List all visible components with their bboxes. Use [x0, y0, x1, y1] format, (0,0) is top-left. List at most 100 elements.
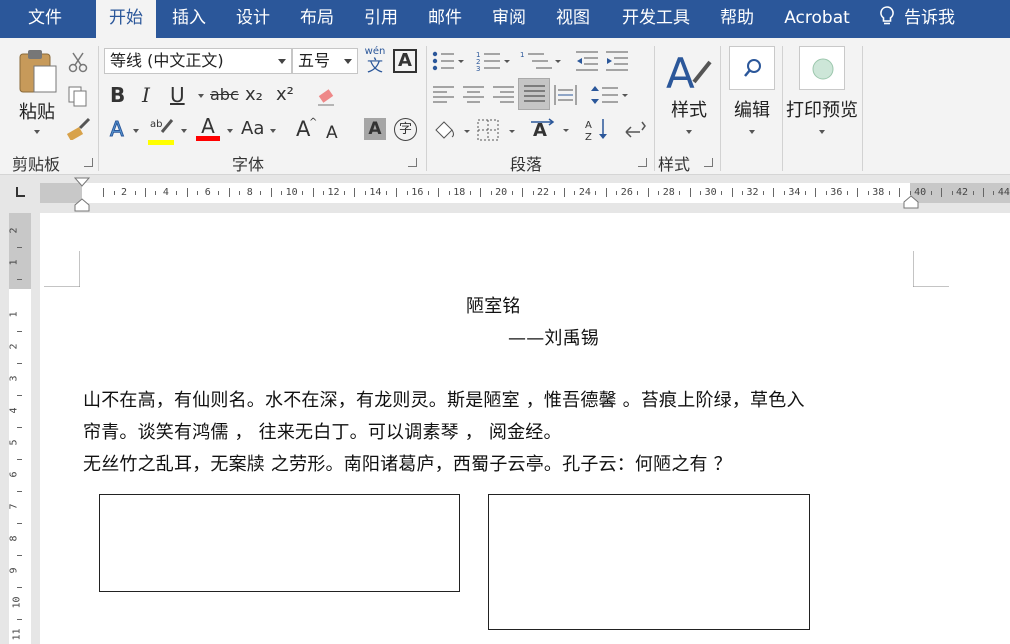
bullets-icon[interactable] — [432, 50, 464, 72]
copy-icon[interactable] — [66, 84, 90, 108]
highlight-button[interactable]: ab — [148, 116, 176, 145]
bold-button[interactable]: B — [110, 84, 125, 106]
vruler-tick-label: 8 — [8, 535, 20, 542]
change-case-button[interactable]: Aa — [241, 118, 264, 140]
styles-dropdown-arrow[interactable] — [686, 130, 692, 134]
tab-review[interactable]: 审阅 — [480, 0, 538, 38]
tab-home[interactable]: 开始 — [96, 0, 156, 40]
text-box-left[interactable] — [99, 494, 460, 592]
styles-button[interactable]: A 样式 — [662, 46, 716, 146]
justify-button[interactable] — [518, 78, 550, 110]
print-preview-button[interactable]: 打印预览 — [784, 46, 860, 146]
paste-button[interactable]: 粘贴 — [10, 48, 64, 148]
font-launcher[interactable] — [408, 158, 417, 167]
vruler-tick-label: 2 — [8, 343, 20, 350]
ruler-minor-mark — [103, 188, 104, 197]
tab-selector[interactable] — [13, 185, 27, 199]
tab-help[interactable]: 帮助 — [708, 0, 766, 38]
line-spacing-icon[interactable] — [590, 84, 630, 106]
sort-icon[interactable]: A Z — [584, 116, 610, 142]
vruler-tick-label: 9 — [8, 567, 20, 574]
paragraph-launcher[interactable] — [638, 158, 647, 167]
doc-title[interactable]: 陋室铭 — [466, 292, 521, 318]
cut-icon[interactable] — [66, 50, 90, 74]
vruler-tick-label: 2 — [8, 227, 20, 234]
numbering-icon[interactable]: 1 2 3 — [476, 50, 510, 72]
tab-references[interactable]: 引用 — [352, 0, 410, 38]
clipboard-launcher[interactable] — [84, 158, 93, 167]
font-color-dropdown-arrow[interactable] — [227, 129, 233, 133]
print-preview-dropdown-arrow[interactable] — [819, 130, 825, 134]
char-border-button[interactable]: A — [393, 49, 417, 73]
highlight-dropdown-arrow[interactable] — [181, 129, 187, 133]
ruler-tick-label: 18 — [453, 187, 466, 198]
chinese-layout-icon[interactable]: A — [530, 116, 572, 142]
vruler-minor-mark — [17, 395, 22, 396]
decrease-indent-icon[interactable] — [574, 50, 600, 72]
document-page[interactable]: 陋室铭 ——刘禹锡 山不在高，有仙则名。水不在深，有龙则灵。斯是陋室 ，惟吾德馨… — [40, 213, 1010, 644]
doc-paragraph-line[interactable]: 无丝竹之乱耳，无案牍 之劳形。南阳诸葛庐，西蜀子云亭。孔子云：何陋之有 ？ — [83, 450, 732, 476]
font-size-combo[interactable]: 五号 — [292, 48, 358, 74]
vruler-minor-mark — [17, 491, 22, 492]
superscript-button[interactable]: x² — [276, 84, 294, 106]
shading-icon[interactable] — [432, 118, 472, 142]
vruler-top-margin — [9, 213, 31, 289]
strikethrough-button[interactable]: abc — [210, 84, 239, 106]
ruler-minor-mark — [804, 191, 806, 195]
right-indent-marker[interactable] — [903, 195, 919, 209]
tab-mailings[interactable]: 邮件 — [416, 0, 474, 38]
italic-button[interactable]: I — [142, 84, 150, 106]
phonetic-guide-button[interactable]: wén 文 — [362, 46, 388, 76]
horizontal-ruler[interactable]: 2 4 6 8 10 12 14 16 18 20 22 24 26 28 30 32 34 36 38 40 42 44 — [0, 175, 1010, 213]
tab-acrobat[interactable]: Acrobat — [772, 0, 862, 38]
styles-icon: A — [666, 49, 712, 96]
vruler-tick-label: 10 — [11, 596, 23, 609]
font-color-button[interactable]: A — [195, 116, 221, 142]
tab-view[interactable]: 视图 — [544, 0, 602, 38]
editing-button[interactable]: 编辑 — [726, 46, 778, 146]
tab-design[interactable]: 设计 — [224, 0, 282, 38]
align-left-icon[interactable] — [432, 84, 456, 106]
doc-paragraph-line[interactable]: 山不在高，有仙则名。水不在深，有龙则灵。斯是陋室 ，惟吾德馨 。苔痕上阶绿，草色… — [83, 386, 805, 412]
change-case-dropdown-arrow[interactable] — [270, 129, 276, 133]
styles-launcher[interactable] — [704, 158, 713, 167]
text-effects-dropdown-arrow[interactable] — [133, 129, 139, 133]
subscript-button[interactable]: x₂ — [245, 84, 263, 106]
format-painter-icon[interactable] — [66, 116, 92, 140]
multilevel-list-icon[interactable]: 1 — [520, 50, 562, 72]
text-effects-button[interactable]: A — [110, 118, 125, 141]
enclose-char-button[interactable]: 字 — [394, 118, 417, 141]
shrink-font-button[interactable]: A — [326, 122, 338, 144]
vertical-ruler[interactable]: 2 1 1 2 3 4 5 6 7 8 9 10 11 — [0, 213, 40, 644]
align-center-icon[interactable] — [462, 84, 486, 106]
ruler-minor-mark — [658, 191, 660, 195]
char-shading-button[interactable]: A — [364, 118, 386, 140]
tab-insert[interactable]: 插入 — [160, 0, 218, 38]
tab-file[interactable]: 文件 — [14, 0, 76, 38]
distributed-align-icon[interactable] — [554, 84, 578, 106]
doc-author[interactable]: ——刘禹锡 — [508, 324, 599, 350]
clear-formatting-icon[interactable] — [314, 84, 338, 108]
show-formatting-icon[interactable] — [622, 118, 648, 142]
tab-developer[interactable]: 开发工具 — [610, 0, 702, 38]
font-name-combo[interactable]: 等线 (中文正文) — [104, 48, 292, 74]
font-name-arrow[interactable] — [278, 59, 286, 64]
editing-dropdown-arrow[interactable] — [749, 130, 755, 134]
underline-dropdown-arrow[interactable] — [198, 94, 204, 98]
font-size-arrow[interactable] — [344, 59, 352, 64]
increase-indent-icon[interactable] — [604, 50, 630, 72]
tab-layout[interactable]: 布局 — [288, 0, 346, 38]
borders-icon[interactable] — [476, 118, 518, 142]
indent-marker[interactable] — [74, 177, 90, 213]
ruler-minor-mark — [763, 191, 764, 195]
tell-me-search[interactable]: 告诉我 — [878, 0, 955, 38]
paste-dropdown-arrow[interactable] — [34, 130, 40, 134]
ruler-minor-mark — [480, 188, 482, 197]
text-box-right[interactable] — [488, 494, 810, 630]
doc-paragraph-line[interactable]: 帘青。谈笑有鸿儒 ， 往来无白丁。可以调素琴 ， 阅金经。 — [83, 418, 562, 444]
page-corner-top-left — [44, 251, 80, 287]
align-right-icon[interactable] — [492, 84, 516, 106]
underline-button[interactable]: U — [170, 84, 185, 106]
ruler-minor-mark — [888, 191, 890, 195]
svg-text:A: A — [585, 120, 592, 131]
